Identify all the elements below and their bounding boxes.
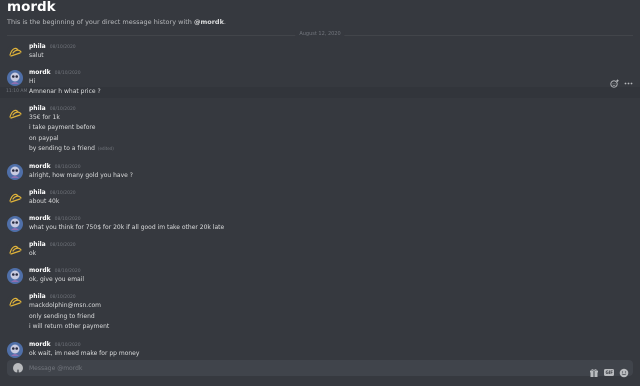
message-timestamp: 08/10/2020 <box>54 217 81 222</box>
author-name[interactable]: phila <box>29 293 46 300</box>
author-name[interactable]: mordk <box>29 341 51 348</box>
message-timestamp: 08/10/2020 <box>49 295 76 300</box>
author-name[interactable]: mordk <box>29 267 51 274</box>
more-options-icon[interactable] <box>624 79 633 88</box>
mordk-avatar[interactable] <box>7 216 23 232</box>
message-group: mordk 08/10/2020 alright, how many gold y… <box>0 162 640 182</box>
message-text: ok <box>29 250 37 257</box>
mordk-avatar-glyph <box>7 268 23 284</box>
phila-avatar-glyph <box>7 190 23 206</box>
message-group: mordk 08/10/2020 Hi <box>0 68 640 87</box>
add-reaction-icon[interactable] <box>610 79 619 88</box>
add-attachment-icon[interactable] <box>13 363 23 377</box>
message-text: about 40k <box>29 198 60 205</box>
phila-avatar-glyph <box>7 44 23 60</box>
message-text: i take payment before <box>29 124 96 131</box>
mordk-avatar[interactable] <box>7 342 23 358</box>
message-text: on paypal <box>29 135 59 142</box>
message-author[interactable]: mordk 08/10/2020 <box>29 267 81 276</box>
phila-avatar-glyph <box>7 106 23 122</box>
author-name[interactable]: phila <box>29 105 46 112</box>
phila-avatar[interactable] <box>7 294 23 310</box>
phila-avatar-glyph <box>7 242 23 258</box>
message-author[interactable]: phila 08/10/2020 <box>29 105 76 114</box>
message-group: phila 08/10/2020 about 40k <box>0 188 640 208</box>
date-divider: August 12, 2020 <box>7 30 633 40</box>
mordk-avatar-glyph <box>7 216 23 232</box>
message-group: phila 08/10/2020 mackdolphin@msn.com only… <box>0 292 640 332</box>
message-text: mackdolphin@msn.com <box>29 302 102 309</box>
message-text: ok, give you email <box>29 276 85 283</box>
message-text: by sending to a friend <box>29 145 95 152</box>
message-author[interactable]: phila 08/10/2020 <box>29 43 76 52</box>
dm-header: mordk This is the beginning of your dire… <box>7 0 633 27</box>
dm-title: mordk <box>7 0 56 15</box>
date-divider-label: August 12, 2020 <box>295 31 345 38</box>
phila-avatar-glyph <box>7 294 23 310</box>
message-text: 35€ for 1k <box>29 114 60 121</box>
message-timestamp: 08/10/2020 <box>49 45 76 50</box>
message-author[interactable]: mordk 08/10/2020 <box>29 215 81 224</box>
message-text: Amnenar h what price ? <box>29 88 101 95</box>
message-author[interactable]: mordk 08/10/2020 <box>29 341 81 350</box>
message-timestamp: 08/10/2020 <box>49 191 76 196</box>
message-text: i will return other payment <box>29 323 110 330</box>
hovered-message[interactable]: 11:10 AM Amnenar h what price ? <box>0 87 640 98</box>
message-text: Hi <box>29 78 36 85</box>
message-group: mordk 08/10/2020 what you think for 750$ … <box>0 214 640 234</box>
mordk-avatar[interactable] <box>7 164 23 180</box>
message-group: phila 08/10/2020 35€ for 1k i take paymen… <box>0 104 640 154</box>
message-text-edited: by sending to a friend (edited) <box>29 145 114 153</box>
message-timestamp: 08/10/2020 <box>49 107 76 112</box>
message-text: ok wait, im need make for pp money <box>29 350 140 357</box>
message-author[interactable]: mordk 08/10/2020 <box>29 69 81 78</box>
message-group: mordk 08/10/2020 ok wait, im need make fo… <box>0 340 640 359</box>
dm-intro-mention[interactable]: @mordk <box>194 18 224 26</box>
emoji-icon[interactable] <box>619 363 629 382</box>
message-timestamp: 08/10/2020 <box>54 269 81 274</box>
message-text: salut <box>29 52 44 59</box>
phila-avatar[interactable] <box>7 106 23 122</box>
message-text: only sending to friend <box>29 313 95 320</box>
message-hover-toolbar <box>610 79 633 88</box>
message-text: what you think for 750$ for 20k if all g… <box>29 224 225 231</box>
author-name[interactable]: phila <box>29 241 46 248</box>
composer-icons: GIF <box>589 363 629 382</box>
phila-avatar[interactable] <box>7 190 23 206</box>
message-group: phila 08/10/2020 ok <box>0 240 640 260</box>
message-composer: GIF <box>7 360 633 378</box>
author-name[interactable]: phila <box>29 189 46 196</box>
message-author[interactable]: mordk 08/10/2020 <box>29 163 81 172</box>
gift-icon[interactable] <box>589 363 599 382</box>
mordk-avatar-glyph <box>7 164 23 180</box>
mordk-avatar[interactable] <box>7 70 23 86</box>
dm-intro-text: This is the beginning of your direct mes… <box>7 18 194 26</box>
gif-icon[interactable]: GIF <box>604 369 614 376</box>
mordk-avatar[interactable] <box>7 268 23 284</box>
message-author[interactable]: phila 08/10/2020 <box>29 293 76 302</box>
author-name[interactable]: phila <box>29 43 46 50</box>
message-timestamp: 08/10/2020 <box>54 343 81 348</box>
mordk-avatar-glyph <box>7 342 23 358</box>
author-name[interactable]: mordk <box>29 163 51 170</box>
phila-avatar[interactable] <box>7 242 23 258</box>
phila-avatar[interactable] <box>7 44 23 60</box>
message-timestamp: 08/10/2020 <box>49 243 76 248</box>
message-group: phila 08/10/2020 salut <box>0 42 640 64</box>
edited-marker: (edited) <box>97 146 114 151</box>
dm-intro: This is the beginning of your direct mes… <box>7 18 633 27</box>
message-timestamp: 08/10/2020 <box>54 71 81 76</box>
mordk-avatar-glyph <box>7 70 23 86</box>
message-input[interactable] <box>29 362 559 374</box>
message-group: mordk 08/10/2020 ok, give you email <box>0 266 640 286</box>
message-author[interactable]: phila 08/10/2020 <box>29 189 76 198</box>
author-name[interactable]: mordk <box>29 215 51 222</box>
message-hover-timestamp: 11:10 AM <box>6 89 28 94</box>
dm-intro-suffix: . <box>223 18 226 26</box>
message-text: alright, how many gold you have ? <box>29 172 133 179</box>
author-name[interactable]: mordk <box>29 69 51 76</box>
message-author[interactable]: phila 08/10/2020 <box>29 241 76 250</box>
message-timestamp: 08/10/2020 <box>54 165 81 170</box>
